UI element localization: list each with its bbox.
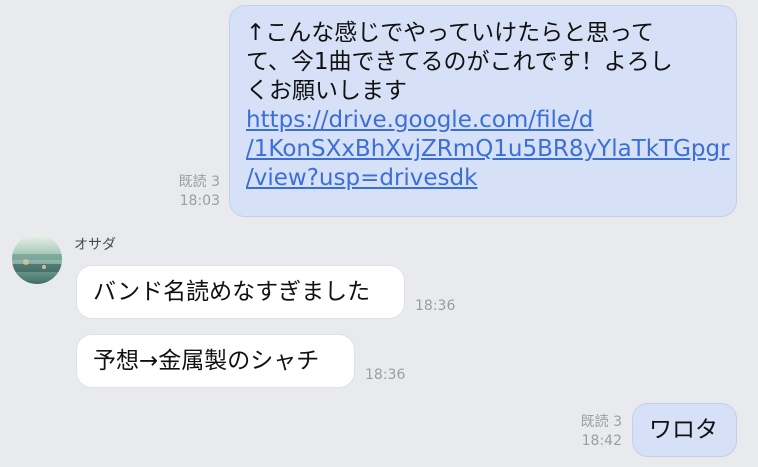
message-text-line: て、今1曲できてるのがこれです！よろし — [246, 49, 673, 75]
message-time: 18:03 — [179, 193, 220, 209]
message-time: 18:36 — [415, 298, 456, 314]
read-status: 既読 3 — [580, 414, 622, 430]
outgoing-message-bubble[interactable]: ↑こんな感じでやっていけたらと思って て、今1曲できてるのがこれです！よろし く… — [229, 5, 737, 217]
message-text-line: くお願いします — [246, 78, 407, 104]
message-text-line: ↑こんな感じでやっていけたらと思って — [246, 20, 654, 46]
drive-link-line[interactable]: /view?usp=drivesdk — [246, 164, 720, 193]
sender-avatar[interactable] — [12, 234, 62, 284]
drive-link-line[interactable]: https://drive.google.com/file/d — [246, 106, 720, 135]
incoming-message-bubble[interactable]: バンド名読めなすぎました — [76, 265, 405, 319]
sender-name: オサダ — [74, 237, 116, 253]
read-status: 既読 3 — [178, 174, 220, 190]
message-time: 18:42 — [581, 433, 622, 449]
message-time: 18:36 — [365, 367, 406, 383]
message-text: ワロタ — [649, 417, 718, 443]
read-receipt: 既読 3 18:42 — [581, 413, 622, 451]
read-receipt: 既読 3 18:03 — [179, 173, 220, 211]
message-text: バンド名読めなすぎました — [93, 279, 371, 305]
incoming-message-bubble[interactable]: 予想→金属製のシャチ — [76, 334, 355, 388]
outgoing-message-bubble[interactable]: ワロタ — [632, 403, 737, 457]
drive-link-line[interactable]: /1KonSXxBhXvjZRmQ1u5BR8yYlaTkTGpgr — [246, 135, 730, 164]
avatar-image — [12, 234, 62, 284]
message-text: 予想→金属製のシャチ — [93, 348, 320, 374]
